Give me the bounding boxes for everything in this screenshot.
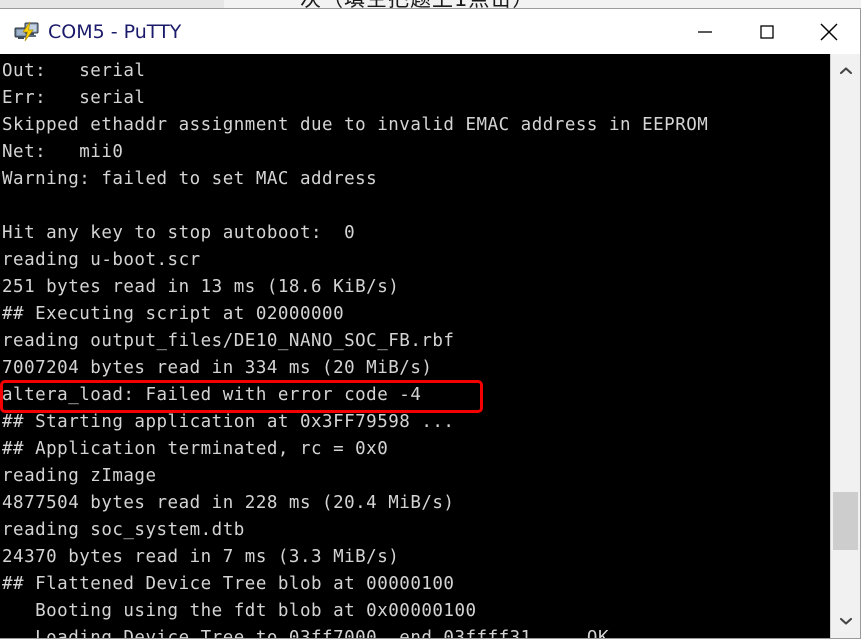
putty-icon — [14, 19, 40, 45]
terminal-line: 24370 bytes read in 7 ms (3.3 MiB/s) — [2, 547, 400, 567]
terminal-line: ## Application terminated, rc = 0x0 — [2, 439, 389, 459]
scrollbar-thumb[interactable] — [833, 492, 858, 550]
terminal-line: Out: serial — [2, 61, 146, 81]
terminal-line: ## Starting application at 0x3FF79598 ..… — [2, 412, 455, 432]
terminal-line: reading soc_system.dtb — [2, 520, 245, 540]
scrollbar-down-arrow[interactable] — [831, 604, 860, 638]
maximize-button[interactable] — [736, 9, 798, 54]
putty-window: COM5 - PuTTY Out: serial Err: serial Skipp… — [0, 8, 861, 639]
terminal-line: 251 bytes read in 13 ms (18.6 KiB/s) — [2, 277, 400, 297]
terminal-line: reading u-boot.scr — [2, 250, 201, 270]
window-controls — [674, 9, 860, 54]
terminal-line: Warning: failed to set MAC address — [2, 169, 378, 189]
minimize-button[interactable] — [674, 9, 736, 54]
terminal-line: 7007204 bytes read in 334 ms (20 MiB/s) — [2, 358, 433, 378]
terminal-line: reading zImage — [2, 466, 157, 486]
scrollbar-up-arrow[interactable] — [831, 54, 860, 88]
terminal-line: ## Executing script at 02000000 — [2, 304, 345, 324]
terminal-lines: Out: serial Err: serial Skipped ethaddr as… — [2, 58, 830, 638]
screen-root: 次（填空把题上1点击） COM5 - PuTTY — [0, 0, 861, 639]
window-titlebar[interactable]: COM5 - PuTTY — [0, 9, 860, 54]
terminal-scrollbar[interactable] — [830, 54, 860, 638]
terminal-line: ## Flattened Device Tree blob at 0000010… — [2, 574, 455, 594]
terminal-output[interactable]: Out: serial Err: serial Skipped ethaddr as… — [0, 54, 830, 638]
terminal-line: Skipped ethaddr assignment due to invali… — [2, 115, 709, 135]
terminal-line: 4877504 bytes read in 228 ms (20.4 MiB/s… — [2, 493, 455, 513]
scrollbar-track[interactable] — [831, 88, 860, 604]
terminal-line: Err: serial — [2, 88, 146, 108]
window-title: COM5 - PuTTY — [48, 20, 182, 43]
terminal-area: Out: serial Err: serial Skipped ethaddr as… — [0, 54, 860, 638]
terminal-line: Booting using the fdt blob at 0x00000100 — [2, 601, 477, 621]
terminal-line: Loading Device Tree to 03ff7000, end 03f… — [2, 628, 609, 638]
terminal-line: Hit any key to stop autoboot: 0 — [2, 223, 356, 243]
terminal-line: Net: mii0 — [2, 142, 124, 162]
close-button[interactable] — [798, 9, 860, 54]
terminal-line: reading output_files/DE10_NANO_SOC_FB.rb… — [2, 331, 455, 351]
terminal-line: altera_load: Failed with error code -4 — [2, 385, 422, 405]
